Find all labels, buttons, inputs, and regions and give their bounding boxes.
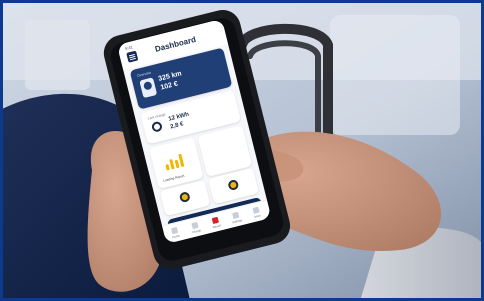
photo-frame: 9:41 Dashboard Overview 325 km 102 € Las… bbox=[0, 0, 484, 301]
overview-label: Overview bbox=[136, 70, 152, 78]
nav-item-1[interactable]: Charge bbox=[186, 220, 206, 234]
status-dot-icon-2 bbox=[227, 178, 240, 192]
nav-label-3: Settings bbox=[231, 217, 243, 225]
nav-item-0[interactable]: Home bbox=[165, 225, 185, 239]
last-charge-label: Last charge bbox=[147, 112, 166, 121]
nav-label-2: Report bbox=[212, 223, 222, 230]
overview-value-2: 102 € bbox=[159, 80, 179, 92]
bar-chart-icon bbox=[163, 150, 188, 171]
nav-label-4: More bbox=[253, 213, 262, 219]
nav-item-2[interactable]: Report bbox=[206, 215, 226, 229]
charge-icon bbox=[150, 120, 164, 133]
overview-value-1: 325 km bbox=[157, 70, 183, 83]
nav-label-0: Home bbox=[171, 233, 181, 240]
nav-item-4[interactable]: More bbox=[247, 205, 267, 219]
loading-report-label: Loading Report bbox=[162, 173, 185, 183]
nav-label-1: Charge bbox=[191, 228, 202, 235]
overview-icon bbox=[139, 77, 158, 99]
last-charge-value-2: 2,8 € bbox=[169, 121, 185, 131]
last-charge-value-1: 12 kWh bbox=[167, 111, 190, 123]
page-title: Dashboard bbox=[154, 34, 197, 54]
status-time: 9:41 bbox=[124, 44, 134, 52]
menu-icon[interactable] bbox=[126, 50, 139, 63]
nav-item-3[interactable]: Settings bbox=[226, 210, 246, 224]
status-dot-icon bbox=[178, 191, 191, 204]
